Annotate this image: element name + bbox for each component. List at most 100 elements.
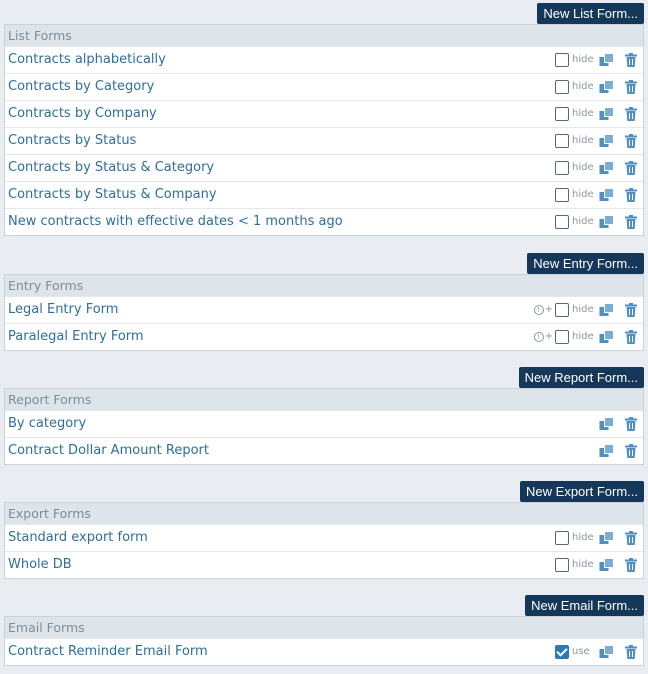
copy-icon[interactable] — [599, 444, 615, 458]
hide-label: hide — [572, 54, 594, 65]
trash-icon[interactable] — [625, 645, 637, 659]
list-form-link[interactable]: Contracts by Category — [8, 74, 154, 100]
report-form-row: Contract Dollar Amount Report — [5, 437, 643, 464]
entry-forms-header: Entry Forms — [5, 275, 643, 296]
hide-checkbox[interactable] — [555, 330, 569, 344]
info-plus[interactable]: ! + — [533, 324, 553, 350]
copy-icon[interactable] — [599, 188, 615, 202]
email-form-link[interactable]: Contract Reminder Email Form — [8, 639, 208, 665]
copy-icon[interactable] — [599, 303, 615, 317]
report-form-link[interactable]: By category — [8, 411, 86, 437]
new-export-form-button[interactable]: New Export Form... — [520, 481, 644, 502]
row-controls: ! + hide — [533, 324, 637, 350]
hide-label: hide — [572, 189, 594, 200]
row-controls: hide — [555, 47, 637, 73]
hide-label: hide — [572, 135, 594, 146]
hide-checkbox[interactable] — [555, 558, 569, 572]
trash-icon[interactable] — [625, 558, 637, 572]
info-icon: ! — [533, 305, 544, 315]
copy-icon[interactable] — [599, 107, 615, 121]
info-icon: ! — [533, 332, 544, 342]
row-controls: hide — [555, 74, 637, 100]
trash-icon[interactable] — [625, 531, 637, 545]
hide-checkbox[interactable] — [555, 531, 569, 545]
export-form-row: Standard export form hide — [5, 524, 643, 551]
trash-icon[interactable] — [625, 188, 637, 202]
copy-icon[interactable] — [599, 645, 615, 659]
hide-label: hide — [572, 162, 594, 173]
trash-icon[interactable] — [625, 107, 637, 121]
report-forms-header: Report Forms — [5, 389, 643, 410]
entry-forms-panel: Entry Forms Legal Entry Form ! + hide Pa… — [4, 274, 644, 351]
new-report-form-button[interactable]: New Report Form... — [518, 367, 644, 388]
hide-checkbox[interactable] — [555, 215, 569, 229]
export-form-link[interactable]: Whole DB — [8, 552, 72, 578]
copy-icon[interactable] — [599, 330, 615, 344]
list-form-row: Contracts by Status & Category hide — [5, 154, 643, 181]
report-form-row: By category — [5, 410, 643, 437]
new-entry-form-button[interactable]: New Entry Form... — [527, 253, 644, 274]
new-email-form-button[interactable]: New Email Form... — [525, 595, 644, 616]
list-form-link[interactable]: Contracts by Status & Category — [8, 155, 214, 181]
hide-checkbox[interactable] — [555, 188, 569, 202]
hide-label: hide — [572, 331, 594, 342]
list-form-link[interactable]: Contracts by Company — [8, 101, 157, 127]
copy-icon[interactable] — [599, 134, 615, 148]
row-controls: hide — [555, 182, 637, 208]
use-checkbox[interactable] — [555, 645, 569, 659]
row-controls: hide — [555, 128, 637, 154]
list-form-link[interactable]: Contracts alphabetically — [8, 47, 166, 73]
trash-icon[interactable] — [625, 444, 637, 458]
hide-label: hide — [572, 108, 594, 119]
email-forms-header: Email Forms — [5, 617, 643, 638]
row-controls: hide — [555, 552, 637, 578]
trash-icon[interactable] — [625, 161, 637, 175]
hide-checkbox[interactable] — [555, 53, 569, 67]
list-forms-header: List Forms — [5, 25, 643, 46]
copy-icon[interactable] — [599, 417, 615, 431]
trash-icon[interactable] — [625, 330, 637, 344]
row-controls — [594, 438, 637, 464]
copy-icon[interactable] — [599, 531, 615, 545]
list-form-row: Contracts alphabetically hide — [5, 46, 643, 73]
copy-icon[interactable] — [599, 80, 615, 94]
row-controls: hide — [555, 525, 637, 551]
copy-icon[interactable] — [599, 558, 615, 572]
row-controls: ! + hide — [533, 297, 637, 323]
entry-form-link[interactable]: Paralegal Entry Form — [8, 324, 144, 350]
report-form-link[interactable]: Contract Dollar Amount Report — [8, 438, 209, 464]
list-form-link[interactable]: New contracts with effective dates < 1 m… — [8, 209, 343, 235]
entry-form-row: Paralegal Entry Form ! + hide — [5, 323, 643, 350]
export-form-link[interactable]: Standard export form — [8, 525, 148, 551]
hide-checkbox[interactable] — [555, 303, 569, 317]
new-list-form-button[interactable]: New List Form... — [537, 3, 644, 24]
list-form-link[interactable]: Contracts by Status & Company — [8, 182, 217, 208]
hide-checkbox[interactable] — [555, 80, 569, 94]
trash-icon[interactable] — [625, 80, 637, 94]
hide-checkbox[interactable] — [555, 107, 569, 121]
trash-icon[interactable] — [625, 417, 637, 431]
hide-checkbox[interactable] — [555, 134, 569, 148]
row-controls: hide — [555, 209, 637, 235]
trash-icon[interactable] — [625, 53, 637, 67]
list-forms-panel: List Forms Contracts alphabetically hide… — [4, 24, 644, 236]
entry-form-link[interactable]: Legal Entry Form — [8, 297, 118, 323]
trash-icon[interactable] — [625, 215, 637, 229]
copy-icon[interactable] — [599, 215, 615, 229]
export-form-row: Whole DB hide — [5, 551, 643, 578]
row-controls: hide — [555, 155, 637, 181]
email-form-row: Contract Reminder Email Form use — [5, 638, 643, 665]
copy-icon[interactable] — [599, 161, 615, 175]
trash-icon[interactable] — [625, 303, 637, 317]
hide-label: hide — [572, 216, 594, 227]
list-form-link[interactable]: Contracts by Status — [8, 128, 136, 154]
email-forms-panel: Email Forms Contract Reminder Email Form… — [4, 616, 644, 666]
list-form-row: New contracts with effective dates < 1 m… — [5, 208, 643, 235]
plus-label: + — [544, 331, 553, 342]
list-form-row: Contracts by Category hide — [5, 73, 643, 100]
hide-checkbox[interactable] — [555, 161, 569, 175]
export-forms-panel: Export Forms Standard export form hide W… — [4, 502, 644, 579]
trash-icon[interactable] — [625, 134, 637, 148]
copy-icon[interactable] — [599, 53, 615, 67]
info-plus[interactable]: ! + — [533, 297, 553, 323]
